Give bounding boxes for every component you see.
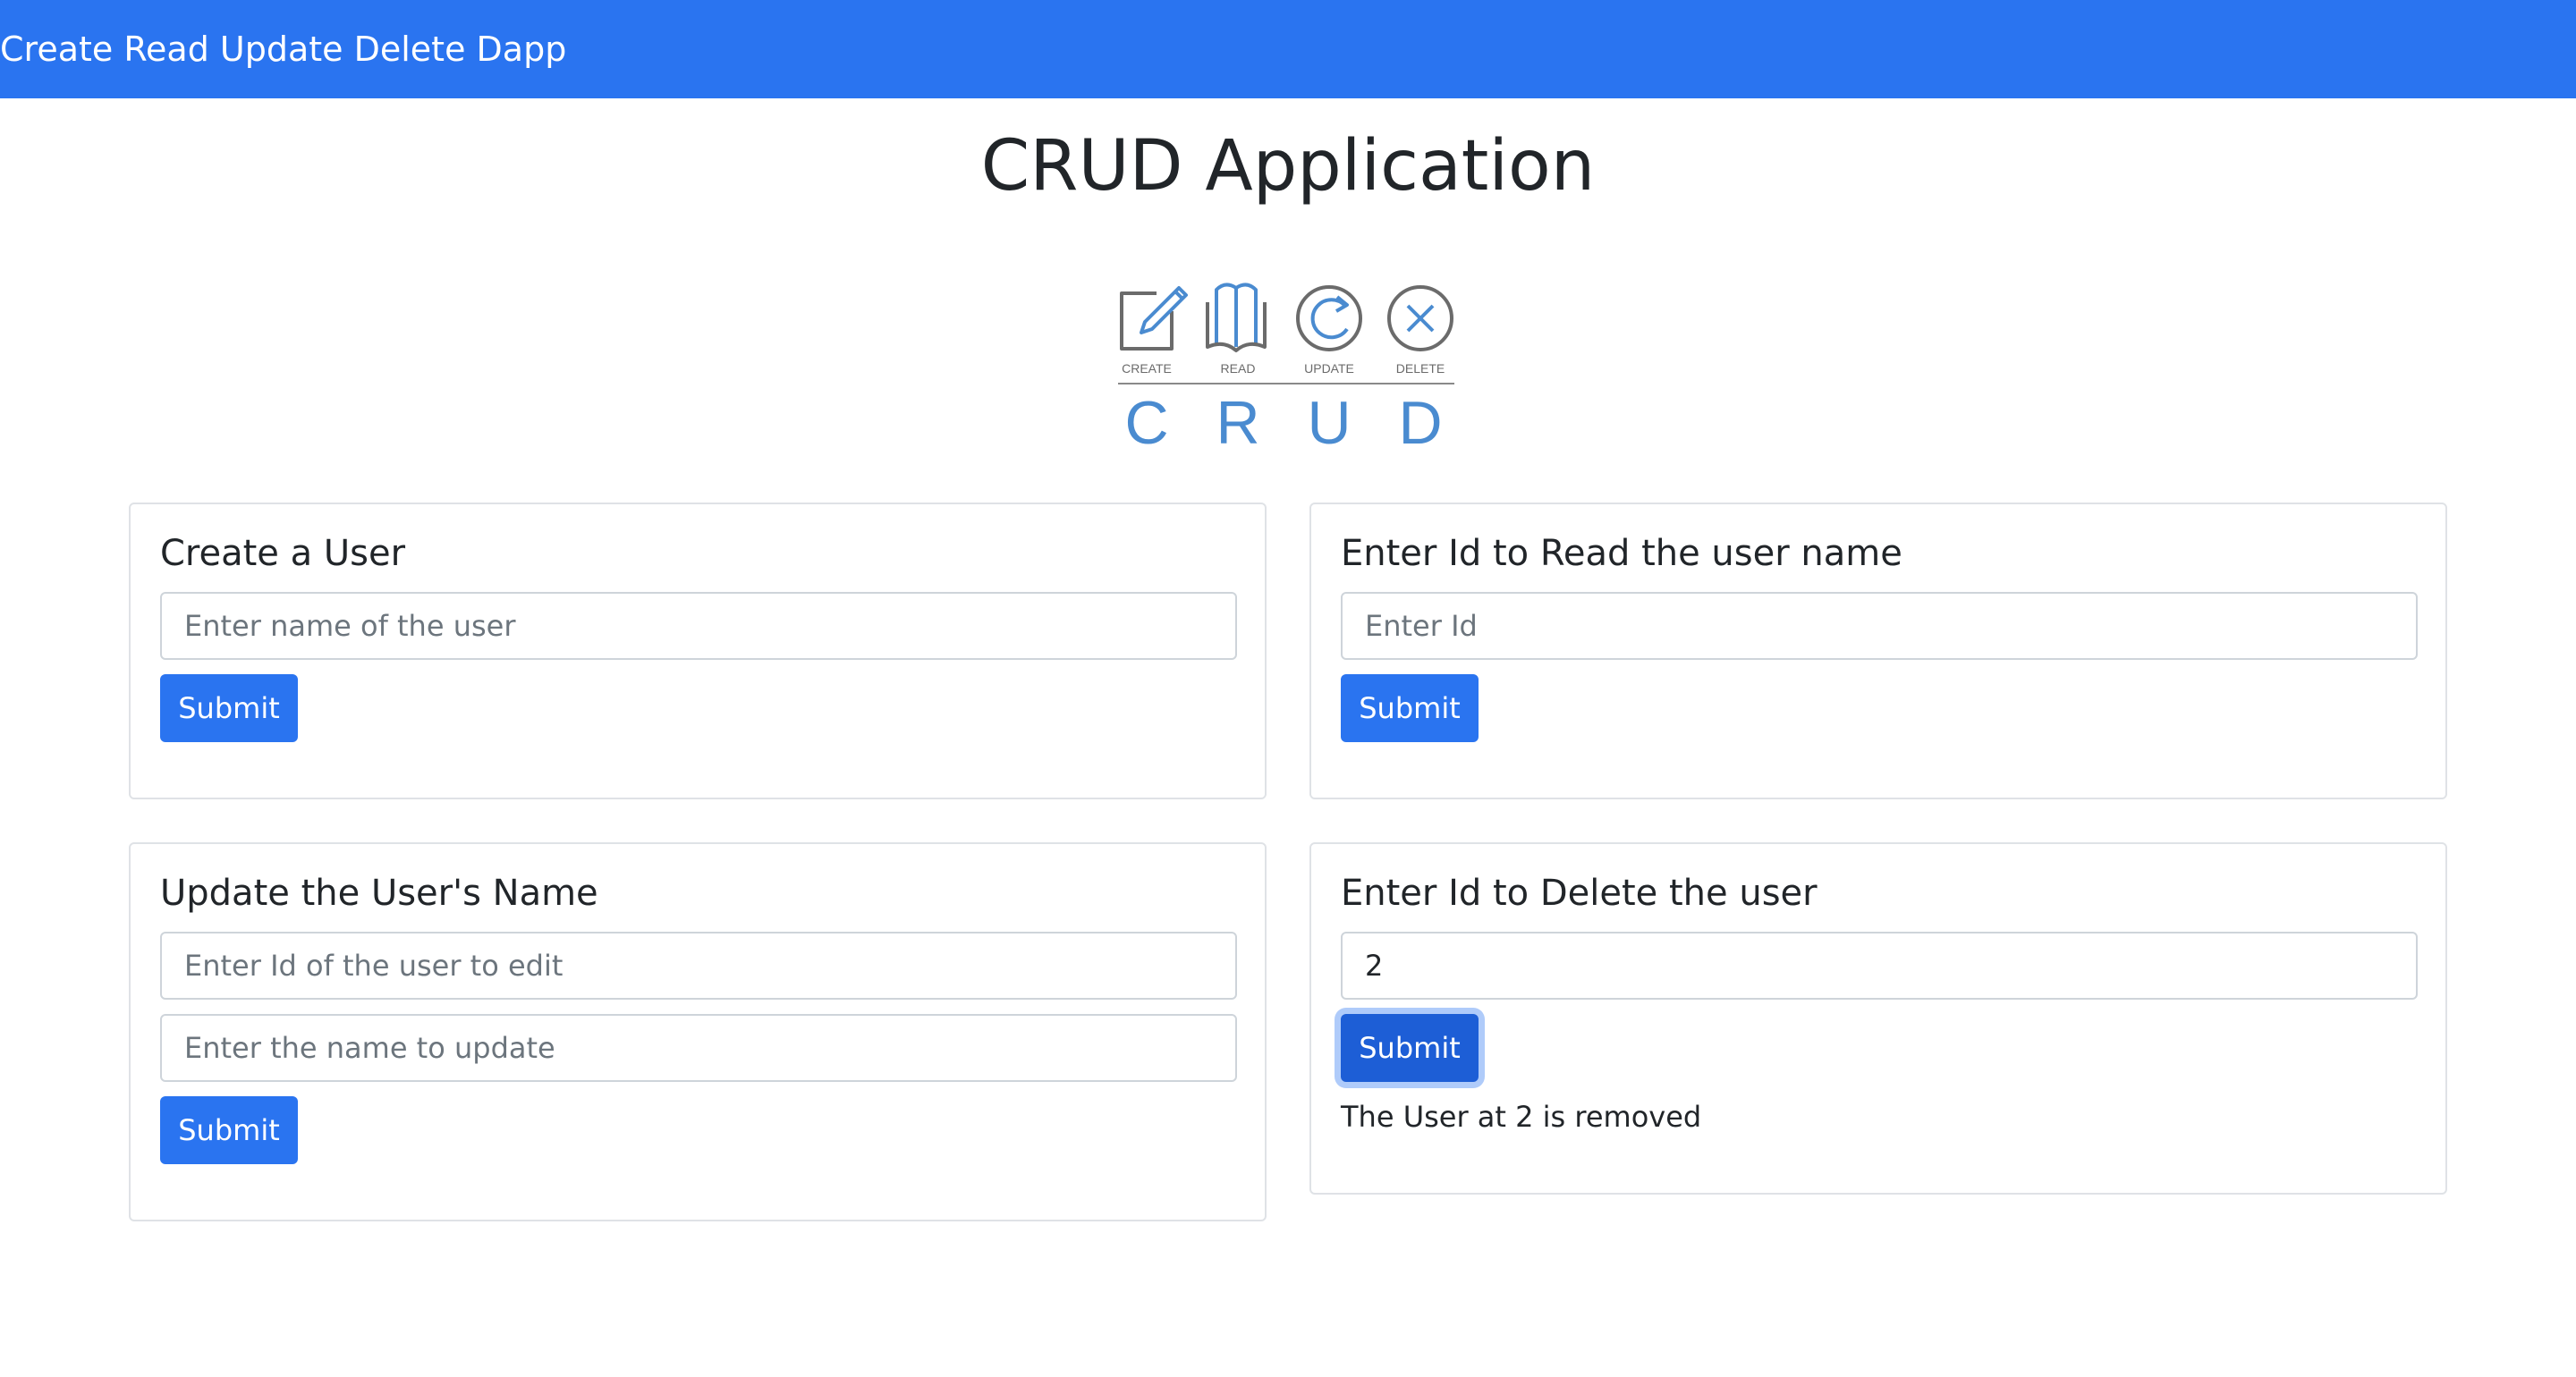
delete-icon: [1387, 285, 1453, 351]
logo-caption-read: READ: [1221, 361, 1256, 376]
update-user-submit-button[interactable]: Submit: [160, 1096, 298, 1164]
read-user-submit-button[interactable]: Submit: [1341, 674, 1479, 742]
crud-logo: CREATE READ UPDATE DELETE C R U D: [1118, 283, 1454, 456]
logo-caption-create: CREATE: [1122, 361, 1172, 376]
delete-user-card: Enter Id to Delete the user Submit The U…: [1309, 842, 2447, 1195]
navbar-brand[interactable]: Create Read Update Delete Dapp: [0, 30, 566, 69]
create-user-submit-button[interactable]: Submit: [160, 674, 298, 742]
delete-user-title: Enter Id to Delete the user: [1341, 873, 1818, 914]
create-user-card: Create a User Submit: [129, 503, 1267, 799]
update-user-name-input[interactable]: [160, 1014, 1237, 1082]
delete-user-id-input[interactable]: [1341, 932, 2418, 1000]
logo-letter-u: U: [1307, 389, 1351, 456]
delete-user-submit-button[interactable]: Submit: [1341, 1014, 1479, 1082]
logo-letter-c: C: [1124, 389, 1168, 456]
update-icon: [1296, 285, 1362, 351]
update-user-title: Update the User's Name: [160, 873, 598, 914]
navbar: Create Read Update Delete Dapp: [0, 0, 2576, 98]
logo-letter-r: R: [1216, 389, 1259, 456]
read-user-title: Enter Id to Read the user name: [1341, 533, 1902, 574]
logo-letter-d: D: [1398, 389, 1442, 456]
read-user-id-input[interactable]: [1341, 592, 2418, 660]
create-user-title: Create a User: [160, 533, 406, 574]
page-title: CRUD Application: [980, 126, 1596, 207]
create-user-name-input[interactable]: [160, 592, 1237, 660]
update-user-card: Update the User's Name Submit: [129, 842, 1267, 1221]
read-icon: [1206, 283, 1267, 352]
delete-result-message: The User at 2 is removed: [1341, 1100, 1702, 1134]
create-icon: [1120, 286, 1188, 351]
logo-caption-delete: DELETE: [1396, 361, 1445, 376]
read-user-card: Enter Id to Read the user name Submit: [1309, 503, 2447, 799]
logo-caption-update: UPDATE: [1304, 361, 1354, 376]
update-user-id-input[interactable]: [160, 932, 1237, 1000]
